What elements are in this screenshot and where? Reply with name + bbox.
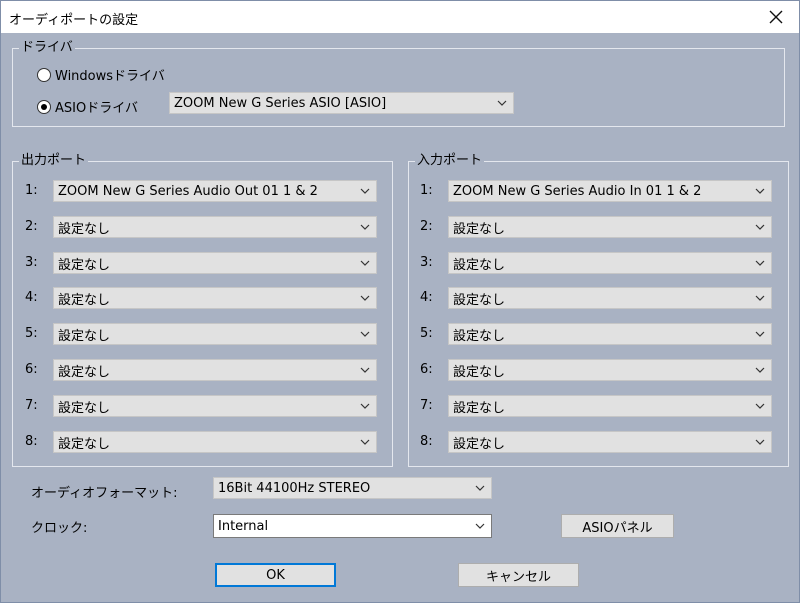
- chevron-down-icon: [354, 288, 376, 308]
- clock-value: Internal: [218, 518, 269, 534]
- close-icon: [769, 10, 783, 24]
- output-port-value: 設定なし: [58, 364, 111, 380]
- input-port-select[interactable]: 設定なし: [448, 323, 772, 345]
- output-port-select[interactable]: 設定なし: [53, 359, 377, 381]
- output-port-number: 4:: [25, 290, 38, 305]
- output-port-number: 6:: [25, 362, 38, 377]
- input-port-number: 2:: [420, 219, 433, 234]
- clock-select[interactable]: Internal: [213, 514, 492, 538]
- output-port-value: 設定なし: [58, 292, 111, 308]
- chevron-down-icon: [491, 93, 513, 113]
- output-port-value: 設定なし: [58, 221, 111, 237]
- input-ports-legend: 入力ポート: [417, 153, 483, 168]
- input-port-number: 5:: [420, 326, 433, 341]
- output-port-number: 7:: [25, 398, 38, 413]
- output-port-value: 設定なし: [58, 436, 111, 452]
- chevron-down-icon: [749, 324, 771, 344]
- output-port-select[interactable]: 設定なし: [53, 323, 377, 345]
- output-port-number: 8:: [25, 434, 38, 449]
- input-port-number: 6:: [420, 362, 433, 377]
- input-port-select[interactable]: 設定なし: [448, 431, 772, 453]
- output-port-select[interactable]: 設定なし: [53, 216, 377, 238]
- chevron-down-icon: [354, 324, 376, 344]
- audio-format-select[interactable]: 16Bit 44100Hz STEREO: [213, 477, 492, 499]
- chevron-down-icon: [749, 360, 771, 380]
- input-port-value: 設定なし: [453, 292, 506, 308]
- output-port-value: 設定なし: [58, 400, 111, 416]
- ok-button[interactable]: OK: [215, 563, 336, 587]
- input-port-select[interactable]: 設定なし: [448, 216, 772, 238]
- output-port-select[interactable]: 設定なし: [53, 287, 377, 309]
- chevron-down-icon: [354, 181, 376, 201]
- audio-port-settings-dialog: オーディポートの設定 ドライバ Windowsドライバ ASIOドライバ ZOO…: [0, 0, 800, 603]
- chevron-down-icon: [749, 253, 771, 273]
- asio-device-value: ZOOM New G Series ASIO [ASIO]: [174, 95, 387, 111]
- input-port-value: 設定なし: [453, 436, 506, 452]
- chevron-down-icon: [749, 288, 771, 308]
- driver-group-legend: ドライバ: [21, 40, 73, 55]
- asio-panel-button[interactable]: ASIOパネル: [561, 514, 674, 538]
- chevron-down-icon: [469, 478, 491, 498]
- input-port-number: 8:: [420, 434, 433, 449]
- input-port-select[interactable]: 設定なし: [448, 287, 772, 309]
- output-port-select[interactable]: 設定なし: [53, 431, 377, 453]
- title-bar: オーディポートの設定: [1, 1, 799, 33]
- output-ports-legend: 出力ポート: [21, 153, 87, 168]
- chevron-down-icon: [749, 432, 771, 452]
- chevron-down-icon: [749, 217, 771, 237]
- chevron-down-icon: [354, 360, 376, 380]
- audio-format-label: オーディオフォーマット:: [31, 486, 178, 501]
- radio-asio-driver-button[interactable]: [37, 99, 51, 114]
- clock-label: クロック:: [31, 521, 88, 536]
- chevron-down-icon: [354, 396, 376, 416]
- input-port-value: 設定なし: [453, 221, 506, 237]
- input-port-select[interactable]: 設定なし: [448, 252, 772, 274]
- radio-windows-driver[interactable]: Windowsドライバ: [37, 65, 165, 84]
- asio-device-select[interactable]: ZOOM New G Series ASIO [ASIO]: [169, 92, 514, 114]
- output-port-number: 3:: [25, 255, 38, 270]
- audio-format-value: 16Bit 44100Hz STEREO: [218, 480, 371, 496]
- chevron-down-icon: [749, 396, 771, 416]
- input-port-number: 3:: [420, 255, 433, 270]
- output-port-select[interactable]: 設定なし: [53, 395, 377, 417]
- input-port-select[interactable]: 設定なし: [448, 395, 772, 417]
- input-port-select[interactable]: ZOOM New G Series Audio In 01 1 & 2: [448, 180, 772, 202]
- input-port-value: 設定なし: [453, 257, 506, 273]
- radio-windows-driver-label: Windowsドライバ: [55, 69, 165, 84]
- chevron-down-icon: [469, 516, 491, 536]
- cancel-button[interactable]: キャンセル: [458, 563, 579, 587]
- chevron-down-icon: [354, 253, 376, 273]
- input-port-value: 設定なし: [453, 364, 506, 380]
- output-port-number: 5:: [25, 326, 38, 341]
- output-port-select[interactable]: 設定なし: [53, 252, 377, 274]
- input-port-select[interactable]: 設定なし: [448, 359, 772, 381]
- chevron-down-icon: [354, 432, 376, 452]
- chevron-down-icon: [354, 217, 376, 237]
- radio-asio-driver-label: ASIOドライバ: [55, 101, 138, 116]
- radio-asio-driver[interactable]: ASIOドライバ: [37, 97, 138, 116]
- output-port-select[interactable]: ZOOM New G Series Audio Out 01 1 & 2: [53, 180, 377, 202]
- window-title: オーディポートの設定: [9, 13, 139, 28]
- output-port-number: 2:: [25, 219, 38, 234]
- input-port-number: 1:: [420, 183, 433, 198]
- output-port-number: 1:: [25, 183, 38, 198]
- output-port-value: ZOOM New G Series Audio Out 01 1 & 2: [58, 183, 318, 199]
- output-port-value: 設定なし: [58, 257, 111, 273]
- chevron-down-icon: [749, 181, 771, 201]
- input-port-value: 設定なし: [453, 328, 506, 344]
- output-port-value: 設定なし: [58, 328, 111, 344]
- input-port-number: 4:: [420, 290, 433, 305]
- input-port-value: 設定なし: [453, 400, 506, 416]
- input-port-number: 7:: [420, 398, 433, 413]
- close-button[interactable]: [753, 1, 799, 33]
- input-port-value: ZOOM New G Series Audio In 01 1 & 2: [453, 183, 702, 199]
- radio-windows-driver-button[interactable]: [37, 67, 51, 82]
